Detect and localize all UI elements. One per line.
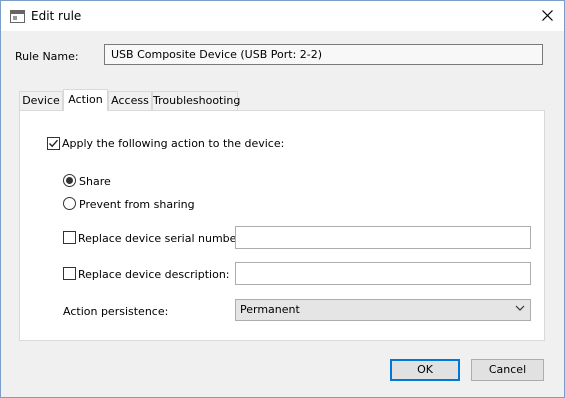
apply-action-checkbox[interactable]: [47, 137, 60, 150]
window-icon: [10, 10, 25, 23]
persistence-select[interactable]: Permanent: [235, 299, 531, 321]
serial-number-input[interactable]: [235, 226, 531, 249]
persistence-value: Permanent: [240, 303, 300, 316]
share-label: Share: [79, 175, 111, 188]
tab-access[interactable]: Access: [108, 91, 152, 110]
title-bar: Edit rule: [1, 1, 564, 31]
apply-action-label: Apply the following action to the device…: [62, 137, 285, 150]
prevent-sharing-label: Prevent from sharing: [79, 198, 195, 211]
window-title: Edit rule: [31, 9, 82, 23]
checkmark-icon: [49, 139, 59, 148]
replace-description-label: Replace device description:: [78, 268, 230, 281]
replace-description-checkbox[interactable]: [63, 267, 76, 280]
share-radio[interactable]: [63, 174, 76, 187]
tab-action[interactable]: Action: [63, 89, 108, 111]
ok-button[interactable]: OK: [390, 359, 460, 381]
cancel-button[interactable]: Cancel: [471, 359, 544, 381]
edit-rule-dialog: Edit rule Rule Name: USB Composite Devic…: [0, 0, 565, 398]
close-button[interactable]: [531, 1, 564, 31]
replace-serial-checkbox[interactable]: [63, 231, 76, 244]
rule-name-label: Rule Name:: [15, 50, 79, 63]
prevent-sharing-radio[interactable]: [63, 197, 76, 210]
tab-device[interactable]: Device: [19, 91, 63, 110]
description-input[interactable]: [235, 262, 531, 285]
chevron-down-icon: [515, 305, 525, 311]
replace-serial-label: Replace device serial number:: [78, 232, 245, 245]
rule-name-input[interactable]: USB Composite Device (USB Port: 2-2): [104, 44, 543, 65]
close-icon: [542, 10, 553, 21]
tab-troubleshooting[interactable]: Troubleshooting: [152, 91, 240, 110]
persistence-label: Action persistence:: [63, 305, 169, 318]
